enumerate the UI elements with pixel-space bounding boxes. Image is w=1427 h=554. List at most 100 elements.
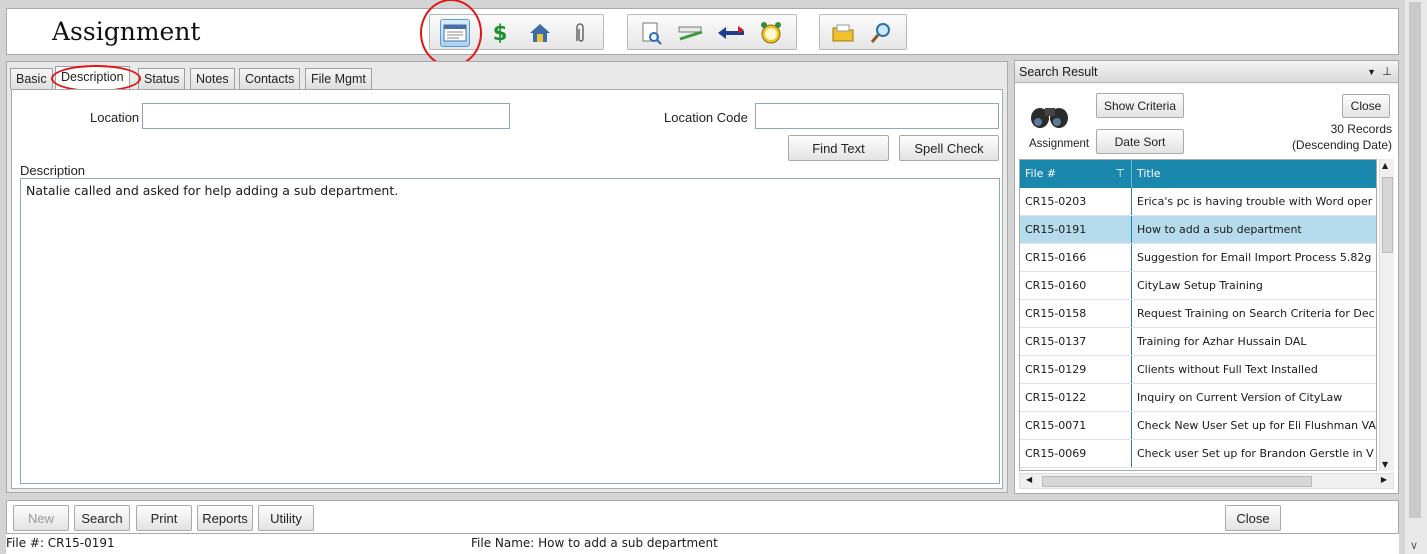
dropdown-arrow-icon[interactable]: ▼ [1367, 61, 1376, 83]
cell-title: Check New User Set up for Eli Flushman V… [1137, 419, 1376, 432]
cell-file: CR15-0137 [1020, 328, 1132, 355]
pin-icon[interactable]: ⊥ [1382, 61, 1392, 83]
folder-icon [832, 24, 854, 42]
folder-button[interactable] [828, 19, 858, 47]
attachment-button[interactable] [565, 19, 595, 47]
location-input[interactable] [142, 103, 510, 129]
column-header-file[interactable]: File # ⊤ [1020, 160, 1132, 188]
description-textarea[interactable]: Natalie called and asked for help adding… [20, 178, 1000, 484]
cell-title: Clients without Full Text Installed [1137, 363, 1318, 376]
location-code-input[interactable] [755, 103, 999, 129]
table-row[interactable]: CR15-0158 Request Training on Search Cri… [1020, 300, 1376, 328]
reminder-button[interactable] [756, 19, 786, 47]
sort-note: (Descending Date) [1291, 138, 1392, 152]
transfer-button[interactable] [716, 19, 746, 47]
search-tool-button[interactable] [866, 19, 896, 47]
description-label: Description [20, 163, 86, 178]
alarm-clock-icon [761, 22, 781, 44]
scroll-right-icon[interactable]: ▶ [1381, 475, 1387, 484]
date-sort-button[interactable]: Date Sort [1096, 129, 1184, 154]
reports-button[interactable]: Reports [197, 505, 253, 531]
tab-description[interactable]: Description [55, 66, 130, 89]
toolbar-group-records: $ [429, 14, 604, 50]
spell-check-button[interactable]: Spell Check [899, 135, 999, 161]
icon-caption: Assignment [1029, 138, 1090, 150]
detail-panel: Basic Description Status Notes Contacts … [6, 61, 1008, 493]
location-code-label: Location Code [664, 110, 748, 125]
description-tab-content: Location Location Code Find Text Spell C… [11, 89, 1003, 489]
search-result-body: Assignment Show Criteria Date Sort Close… [1015, 84, 1398, 493]
chevron-down-icon[interactable]: ∨ [1410, 539, 1418, 552]
table-row[interactable]: CR15-0137 Training for Azhar Hussain DAL [1020, 328, 1376, 356]
page-scroll-thumb[interactable] [1409, 2, 1421, 518]
vertical-scroll-thumb[interactable] [1382, 177, 1393, 253]
scroll-left-icon[interactable]: ◀ [1026, 475, 1032, 484]
table-row[interactable]: CR15-0160 CityLaw Setup Training [1020, 272, 1376, 300]
paperclip-icon [576, 23, 584, 42]
cell-file: CR15-0166 [1020, 244, 1132, 271]
form-view-button[interactable] [440, 19, 470, 47]
cell-title: How to add a sub department [1137, 223, 1302, 236]
cell-title: Request Training on Search Criteria for … [1137, 307, 1375, 320]
table-row[interactable]: CR15-0203 Erica's pc is having trouble w… [1020, 188, 1376, 216]
cell-file: CR15-0158 [1020, 300, 1132, 327]
scroll-down-icon[interactable]: ▼ [1382, 460, 1388, 469]
scroll-up-icon[interactable]: ▲ [1382, 161, 1388, 170]
new-button[interactable]: New [13, 505, 69, 531]
table-row[interactable]: CR15-0122 Inquiry on Current Version of … [1020, 384, 1376, 412]
measure-button[interactable] [676, 19, 706, 47]
table-row-selected[interactable]: CR15-0191 How to add a sub department [1020, 216, 1376, 244]
transfer-arrows-icon [718, 26, 744, 39]
tab-status[interactable]: Status [138, 68, 186, 89]
location-label: Location [90, 110, 140, 125]
page-title: Assignment [52, 17, 201, 46]
filter-icon[interactable]: ⊤ [1115, 160, 1125, 188]
close-button[interactable]: Close [1225, 505, 1281, 531]
billing-button[interactable]: $ [485, 19, 515, 47]
dollar-icon: $ [492, 21, 508, 45]
binoculars-icon [1031, 108, 1068, 128]
page-vertical-scrollbar[interactable]: ∨ [1405, 0, 1427, 554]
search-button[interactable]: Search [74, 505, 130, 531]
preview-icon [642, 22, 662, 45]
cell-file: CR15-0069 [1020, 440, 1132, 467]
search-result-title: Search Result [1019, 65, 1098, 79]
search-result-panel: Search Result ▼ ⊥ Assignment Show Criter… [1014, 60, 1399, 494]
search-close-button[interactable]: Close [1342, 94, 1390, 118]
table-row[interactable]: CR15-0071 Check New User Set up for Eli … [1020, 412, 1376, 440]
tab-file-mgmt[interactable]: File Mgmt [305, 68, 372, 89]
cell-file: CR15-0129 [1020, 356, 1132, 383]
cell-title: CityLaw Setup Training [1137, 279, 1263, 292]
header-bar: Assignment $ [6, 0, 1399, 67]
grid-horizontal-scrollbar[interactable]: ◀ ▶ [1019, 473, 1394, 489]
print-button[interactable]: Print [136, 505, 192, 531]
tab-contacts[interactable]: Contacts [239, 68, 301, 89]
show-criteria-button[interactable]: Show Criteria [1096, 93, 1184, 118]
table-row[interactable]: CR15-0129 Clients without Full Text Inst… [1020, 356, 1376, 384]
toolbar-group-search [819, 14, 907, 50]
cell-file: CR15-0071 [1020, 412, 1132, 439]
cell-title: Suggestion for Email Import Process 5.82… [1137, 251, 1372, 264]
tab-notes[interactable]: Notes [190, 68, 235, 89]
tab-basic[interactable]: Basic [10, 68, 53, 89]
preview-button[interactable] [636, 19, 666, 47]
find-text-button[interactable]: Find Text [788, 135, 889, 161]
search-result-header: Search Result ▼ ⊥ [1015, 61, 1398, 83]
cell-title: Erica's pc is having trouble with Word o… [1137, 195, 1373, 208]
table-row[interactable]: CR15-0069 Check user Set up for Brandon … [1020, 440, 1376, 468]
home-button[interactable] [525, 19, 555, 47]
horizontal-scroll-thumb[interactable] [1042, 476, 1312, 487]
utility-button[interactable]: Utility [258, 505, 314, 531]
cell-file: CR15-0122 [1020, 384, 1132, 411]
form-icon [443, 24, 467, 42]
column-header-title[interactable]: Title [1132, 160, 1376, 188]
cell-title: Training for Azhar Hussain DAL [1137, 335, 1307, 348]
cell-file: CR15-0203 [1020, 188, 1132, 215]
status-file-name: File Name: How to add a sub department [471, 536, 718, 550]
record-count: 30 Records [1330, 122, 1392, 136]
bottom-action-bar: New Search Print Reports Utility Close [6, 500, 1399, 534]
table-row[interactable]: CR15-0166 Suggestion for Email Import Pr… [1020, 244, 1376, 272]
cell-file: CR15-0191 [1020, 216, 1132, 243]
grid-vertical-scrollbar[interactable]: ▲ ▼ [1379, 159, 1394, 471]
search-magnifier-icon [870, 23, 890, 43]
